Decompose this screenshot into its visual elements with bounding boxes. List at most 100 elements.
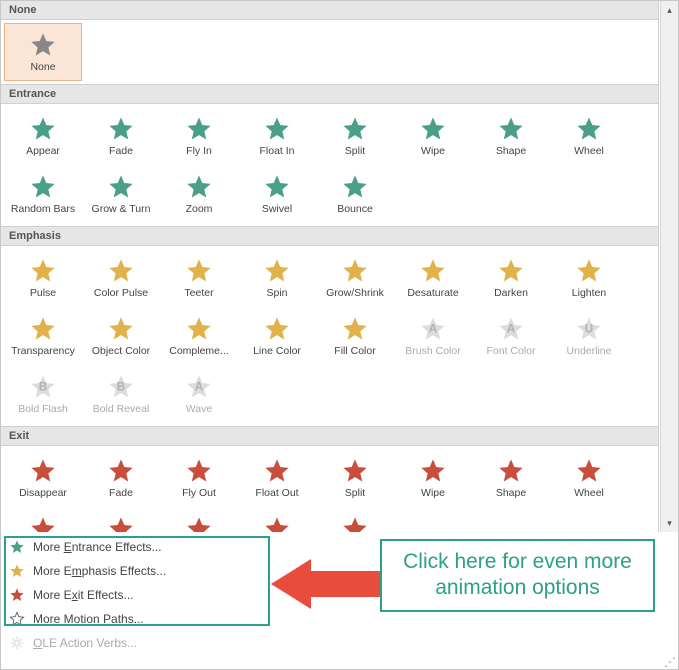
star-icon <box>29 115 57 143</box>
gear-icon <box>9 635 25 651</box>
animation-wheel[interactable]: Wheel <box>550 107 628 165</box>
animation-zoom[interactable]: Zoom <box>160 165 238 223</box>
animation-wipe2[interactable]: Wipe <box>394 449 472 507</box>
star-icon <box>419 115 447 143</box>
animation-fillcolor[interactable]: Fill Color <box>316 307 394 365</box>
animation-shrinkturn[interactable]: Shrink & Tu... <box>82 507 160 532</box>
animation-label: Fill Color <box>334 345 375 357</box>
animation-swivel2[interactable]: Swivel <box>238 507 316 532</box>
star-icon <box>419 257 447 285</box>
more-entrance[interactable]: More Entrance Effects... <box>1 535 678 559</box>
animation-linecolor[interactable]: Line Color <box>238 307 316 365</box>
animation-label: Bold Reveal <box>93 403 150 415</box>
animation-flyout[interactable]: Fly Out <box>160 449 238 507</box>
animation-none[interactable]: None <box>4 23 82 81</box>
star-icon <box>107 115 135 143</box>
star-icon <box>29 173 57 201</box>
star-icon <box>263 457 291 485</box>
animation-pulse[interactable]: Pulse <box>4 249 82 307</box>
star-icon <box>29 515 57 532</box>
more-exit[interactable]: More Exit Effects... <box>1 583 678 607</box>
animation-label: Compleme... <box>169 345 229 357</box>
animation-randombars[interactable]: Random Bars <box>4 165 82 223</box>
animation-label: Shape <box>496 487 526 499</box>
animation-swivel[interactable]: Swivel <box>238 165 316 223</box>
star-icon <box>185 257 213 285</box>
animation-growturn[interactable]: Grow & Turn <box>82 165 160 223</box>
star-icon <box>341 515 369 532</box>
animation-brushcolor: ABrush Color <box>394 307 472 365</box>
star-icon <box>107 315 135 343</box>
section-header-exit: Exit <box>1 426 658 446</box>
animation-label: Wipe <box>421 145 445 157</box>
animation-wipe[interactable]: Wipe <box>394 107 472 165</box>
animation-split[interactable]: Split <box>316 107 394 165</box>
animation-complement[interactable]: Compleme... <box>160 307 238 365</box>
animation-transparency[interactable]: Transparency <box>4 307 82 365</box>
star-icon <box>263 515 291 532</box>
star-icon <box>263 315 291 343</box>
resize-grip-icon[interactable]: ⋰ <box>664 655 676 667</box>
star-icon <box>341 257 369 285</box>
star-icon: B <box>29 373 57 401</box>
star-icon <box>107 457 135 485</box>
star-icon <box>185 457 213 485</box>
animation-floatin[interactable]: Float In <box>238 107 316 165</box>
animation-disappear[interactable]: Disappear <box>4 449 82 507</box>
animation-label: Underline <box>567 345 612 357</box>
more-emphasis[interactable]: More Emphasis Effects... <box>1 559 678 583</box>
animation-lighten[interactable]: Lighten <box>550 249 628 307</box>
star-icon <box>107 173 135 201</box>
more-item-label: More Emphasis Effects... <box>33 564 166 578</box>
star-icon <box>497 457 525 485</box>
animation-label: Lighten <box>572 287 606 299</box>
animation-darken[interactable]: Darken <box>472 249 550 307</box>
animation-bounce2[interactable]: Bounce <box>316 507 394 532</box>
animation-teeter[interactable]: Teeter <box>160 249 238 307</box>
star-icon <box>419 457 447 485</box>
star-icon <box>575 457 603 485</box>
animation-wheel2[interactable]: Wheel <box>550 449 628 507</box>
animation-flyin[interactable]: Fly In <box>160 107 238 165</box>
scroll-down-arrow-icon[interactable]: ▾ <box>661 514 678 532</box>
animation-label: Object Color <box>92 345 150 357</box>
animation-fade2[interactable]: Fade <box>82 449 160 507</box>
animation-label: Float Out <box>255 487 298 499</box>
animation-label: Font Color <box>486 345 535 357</box>
animation-objectcolor[interactable]: Object Color <box>82 307 160 365</box>
scroll-up-arrow-icon[interactable]: ▴ <box>661 1 678 19</box>
animation-appear[interactable]: Appear <box>4 107 82 165</box>
star-icon <box>341 115 369 143</box>
animation-floatout[interactable]: Float Out <box>238 449 316 507</box>
animation-fade[interactable]: Fade <box>82 107 160 165</box>
vertical-scrollbar[interactable]: ▴ ▾ <box>660 1 678 532</box>
section-grid-entrance: Appear Fade Fly In Float In Split Wipe S… <box>1 104 658 226</box>
animation-label: Color Pulse <box>94 287 148 299</box>
star-icon <box>29 257 57 285</box>
animation-shape2[interactable]: Shape <box>472 449 550 507</box>
star-icon <box>575 257 603 285</box>
animation-boldreveal: BBold Reveal <box>82 365 160 423</box>
animation-label: Bounce <box>337 203 373 215</box>
animation-spin[interactable]: Spin <box>238 249 316 307</box>
star-icon <box>185 315 213 343</box>
animation-growshrink[interactable]: Grow/Shrink <box>316 249 394 307</box>
star-icon: A <box>419 315 447 343</box>
animation-shape[interactable]: Shape <box>472 107 550 165</box>
animation-zoom2[interactable]: Zoom <box>160 507 238 532</box>
star-icon <box>9 539 25 555</box>
star-icon <box>497 257 525 285</box>
more-motion[interactable]: More Motion Paths... <box>1 607 678 631</box>
animation-desaturate[interactable]: Desaturate <box>394 249 472 307</box>
animation-split2[interactable]: Split <box>316 449 394 507</box>
animation-label: Teeter <box>184 287 213 299</box>
animation-wave: AWave <box>160 365 238 423</box>
animation-label: Wheel <box>574 145 604 157</box>
star-icon <box>263 257 291 285</box>
animation-label: Shape <box>496 145 526 157</box>
animation-randombars2[interactable]: Random Bars <box>4 507 82 532</box>
animation-boldflash: BBold Flash <box>4 365 82 423</box>
animation-bounce[interactable]: Bounce <box>316 165 394 223</box>
more-item-label: More Exit Effects... <box>33 588 134 602</box>
animation-colorpulse[interactable]: Color Pulse <box>82 249 160 307</box>
